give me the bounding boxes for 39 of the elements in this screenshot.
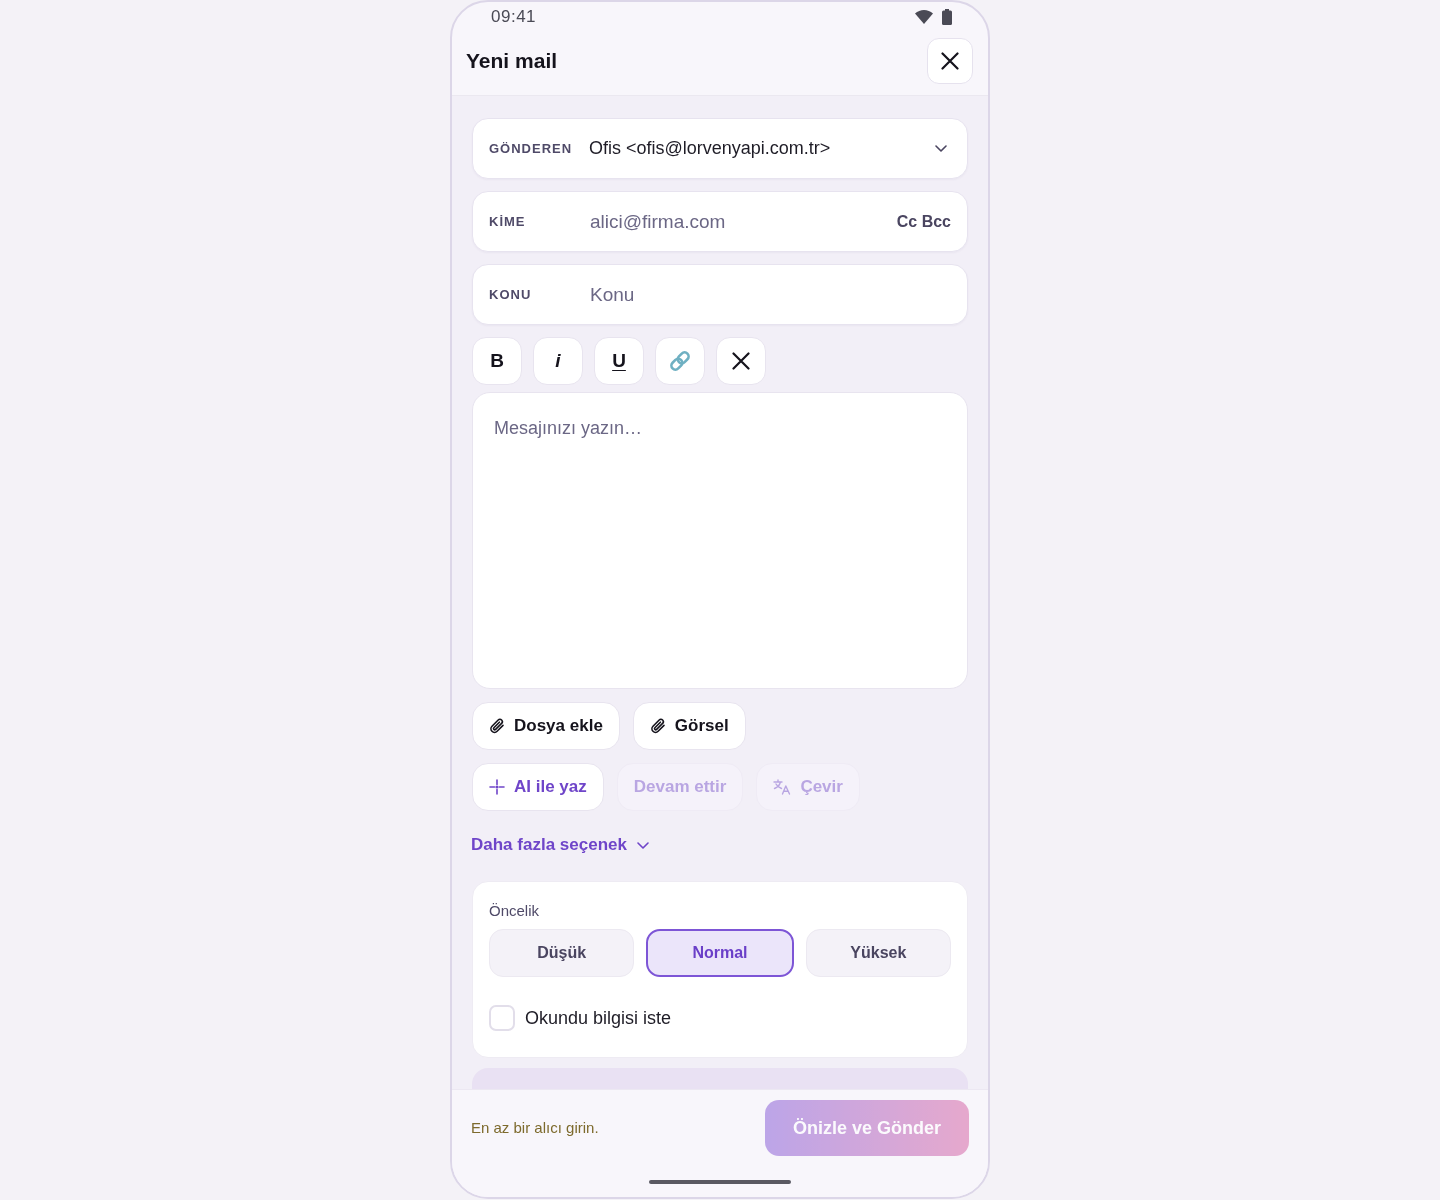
text-field[interactable]: KONU Konu [472,264,968,325]
priority-label: Öncelik [489,902,540,920]
priority-option[interactable]: Yüksek [805,929,951,977]
text-input[interactable]: alici@firma.com [589,201,897,242]
sender-select[interactable]: Ofis <ofis@lorvenyapi.com.tr> [589,128,951,169]
close-button[interactable] [927,38,973,84]
clear-format-button[interactable] [716,337,766,385]
wifi-icon [915,10,933,24]
battery-icon [942,9,952,25]
paperclip-icon [489,718,505,734]
attach-button[interactable]: Görsel [632,702,746,750]
italic-button[interactable]: i [533,337,583,385]
x-icon [732,352,750,370]
translate-icon [773,779,792,795]
underline-button[interactable]: U [594,337,644,385]
field-label: KİME [489,212,527,231]
chevron-down-icon [935,145,947,152]
read-receipt-checkbox[interactable] [489,1005,515,1031]
attach-button[interactable]: Dosya ekle [472,702,620,750]
read-receipt-label: Okundu bilgisi iste [525,1007,672,1029]
crosshair-icon [489,779,505,795]
text-field[interactable]: KİME alici@firma.com Cc Bcc [472,191,968,252]
message-input[interactable]: Mesajınızı yazın… [472,392,968,689]
chevron-down-icon [636,841,649,849]
text-input[interactable]: Konu [589,274,951,315]
paperclip-icon [649,718,666,734]
hint-text: En az bir alıcı girin. [471,1117,599,1138]
link-icon [668,349,692,373]
priority-option[interactable]: Düşük [489,929,635,977]
priority-option[interactable]: Normal [646,929,794,977]
cc-bcc-button[interactable]: Cc Bcc [896,209,951,234]
field-label: KONU [489,285,533,304]
close-icon [941,52,959,70]
ai-action-button[interactable]: AI ile yaz [472,763,604,811]
field-label: GÖNDEREN [489,139,574,158]
more-options-button[interactable]: Daha fazla seçenek [471,833,649,857]
status-time: 09:41 [491,7,537,27]
screen-title: Yeni mail [466,48,558,74]
bold-button[interactable]: B [472,337,522,385]
